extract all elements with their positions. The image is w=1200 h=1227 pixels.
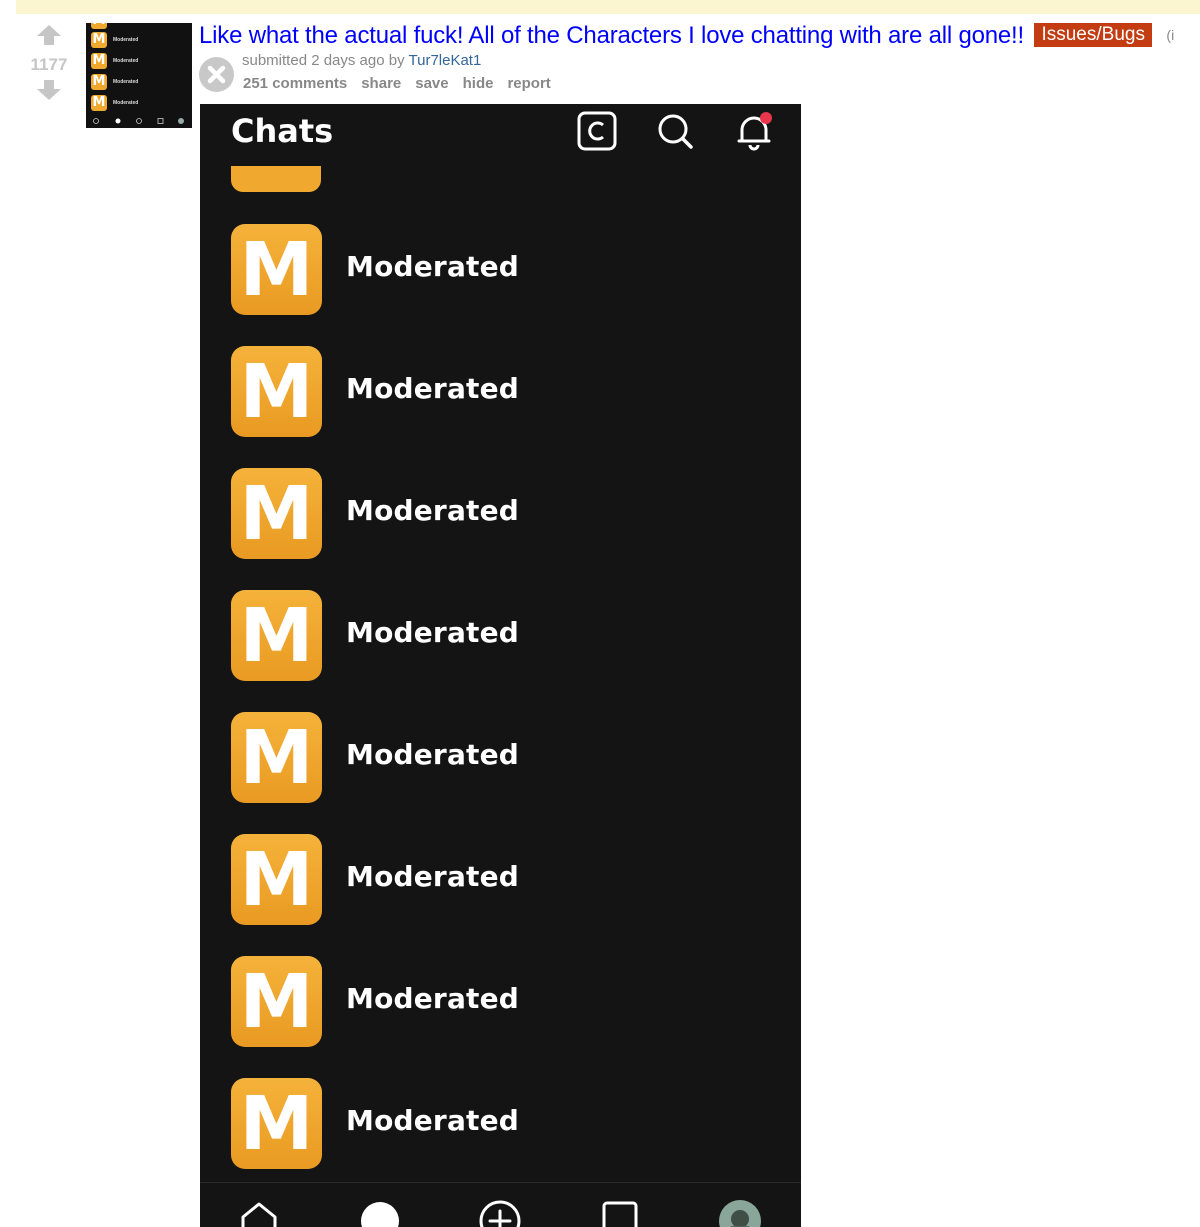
library-icon <box>602 1201 638 1227</box>
thumb-m-icon: M <box>91 32 107 48</box>
top-banner <box>16 0 1200 14</box>
hide-link[interactable]: hide <box>463 75 494 92</box>
chat-item[interactable]: M Moderated <box>231 590 771 682</box>
profile-avatar-icon <box>719 1200 761 1227</box>
moderated-avatar-icon: M <box>231 834 322 925</box>
chat-item[interactable]: M Moderated <box>231 834 771 926</box>
thumb-row: M Moderated <box>91 74 138 90</box>
chat-item[interactable]: M Moderated <box>231 224 771 316</box>
chat-name: Moderated <box>346 250 520 283</box>
tagline-prefix: submitted 2 days ago by <box>242 52 409 69</box>
moderated-avatar-icon: M <box>231 468 322 559</box>
chat-name: Moderated <box>346 372 520 405</box>
moderated-avatar-icon: M <box>231 224 322 315</box>
chat-name: Moderated <box>346 860 520 893</box>
thumb-m-icon: M <box>91 53 107 69</box>
chat-item[interactable]: M Moderated <box>231 468 771 560</box>
moderated-avatar-icon: M <box>231 956 322 1047</box>
partial-avatar <box>231 166 321 192</box>
chat-name: Moderated <box>346 1104 520 1137</box>
create-icon <box>479 1200 521 1227</box>
post-title-line: Like what the actual fuck! All of the Ch… <box>199 22 1174 50</box>
thumb-row: M Moderated <box>91 95 138 111</box>
chat-item[interactable]: M Moderated <box>231 956 771 1048</box>
chat-item[interactable]: M Moderated <box>231 712 771 804</box>
downvote-icon[interactable] <box>36 79 62 101</box>
thumb-nav-icons <box>93 118 184 124</box>
thumb-label: Moderated <box>113 37 139 43</box>
upvote-icon[interactable] <box>36 24 62 46</box>
search-icon <box>658 114 693 149</box>
post-title-link[interactable]: Like what the actual fuck! All of the Ch… <box>199 22 1024 49</box>
post-buttons: 251 comments share save hide report <box>243 75 551 92</box>
thumb-m-icon: M <box>91 23 107 29</box>
chat-item[interactable]: M Moderated <box>231 1078 771 1170</box>
chat-name: Moderated <box>346 616 520 649</box>
embedded-screenshot[interactable]: Chats M Moderated M Moderated M Moderate… <box>200 104 801 1227</box>
close-icon[interactable] <box>199 57 234 92</box>
bottom-nav <box>200 1182 801 1227</box>
chats-title: Chats <box>231 112 334 150</box>
tagline: submitted 2 days ago by Tur7leKat1 <box>242 52 481 69</box>
thumb-m-icon: M <box>91 74 107 90</box>
post-thumbnail[interactable]: M M Moderated M Moderated M Moderated M … <box>86 23 192 128</box>
thumb-row: M Moderated <box>91 32 138 48</box>
save-link[interactable]: save <box>415 75 448 92</box>
home-icon <box>241 1202 277 1227</box>
thumb-label: Moderated <box>113 100 139 106</box>
moderated-avatar-icon: M <box>231 1078 322 1169</box>
report-link[interactable]: report <box>507 75 550 92</box>
bell-icon <box>737 112 772 151</box>
thumb-m-icon: M <box>91 95 107 111</box>
share-link[interactable]: share <box>361 75 401 92</box>
flair-badge[interactable]: Issues/Bugs <box>1034 23 1152 47</box>
thumb-row: M <box>91 23 107 29</box>
chat-name: Moderated <box>346 982 520 1015</box>
chats-icon <box>361 1202 399 1227</box>
copyright-icon <box>577 111 617 151</box>
thumb-row: M Moderated <box>91 53 138 69</box>
moderated-avatar-icon: M <box>231 346 322 437</box>
vote-column: 1177 <box>24 24 74 106</box>
thumb-label: Moderated <box>113 79 139 85</box>
score: 1177 <box>30 55 68 74</box>
comments-link[interactable]: 251 comments <box>243 75 347 92</box>
thumb-label: Moderated <box>113 58 139 64</box>
chat-name: Moderated <box>346 494 520 527</box>
chat-name: Moderated <box>346 738 520 771</box>
domain-label[interactable]: (i <box>1166 27 1174 43</box>
author-link[interactable]: Tur7leKat1 <box>409 52 482 69</box>
moderated-avatar-icon: M <box>231 712 322 803</box>
moderated-avatar-icon: M <box>231 590 322 681</box>
chat-item[interactable]: M Moderated <box>231 346 771 438</box>
